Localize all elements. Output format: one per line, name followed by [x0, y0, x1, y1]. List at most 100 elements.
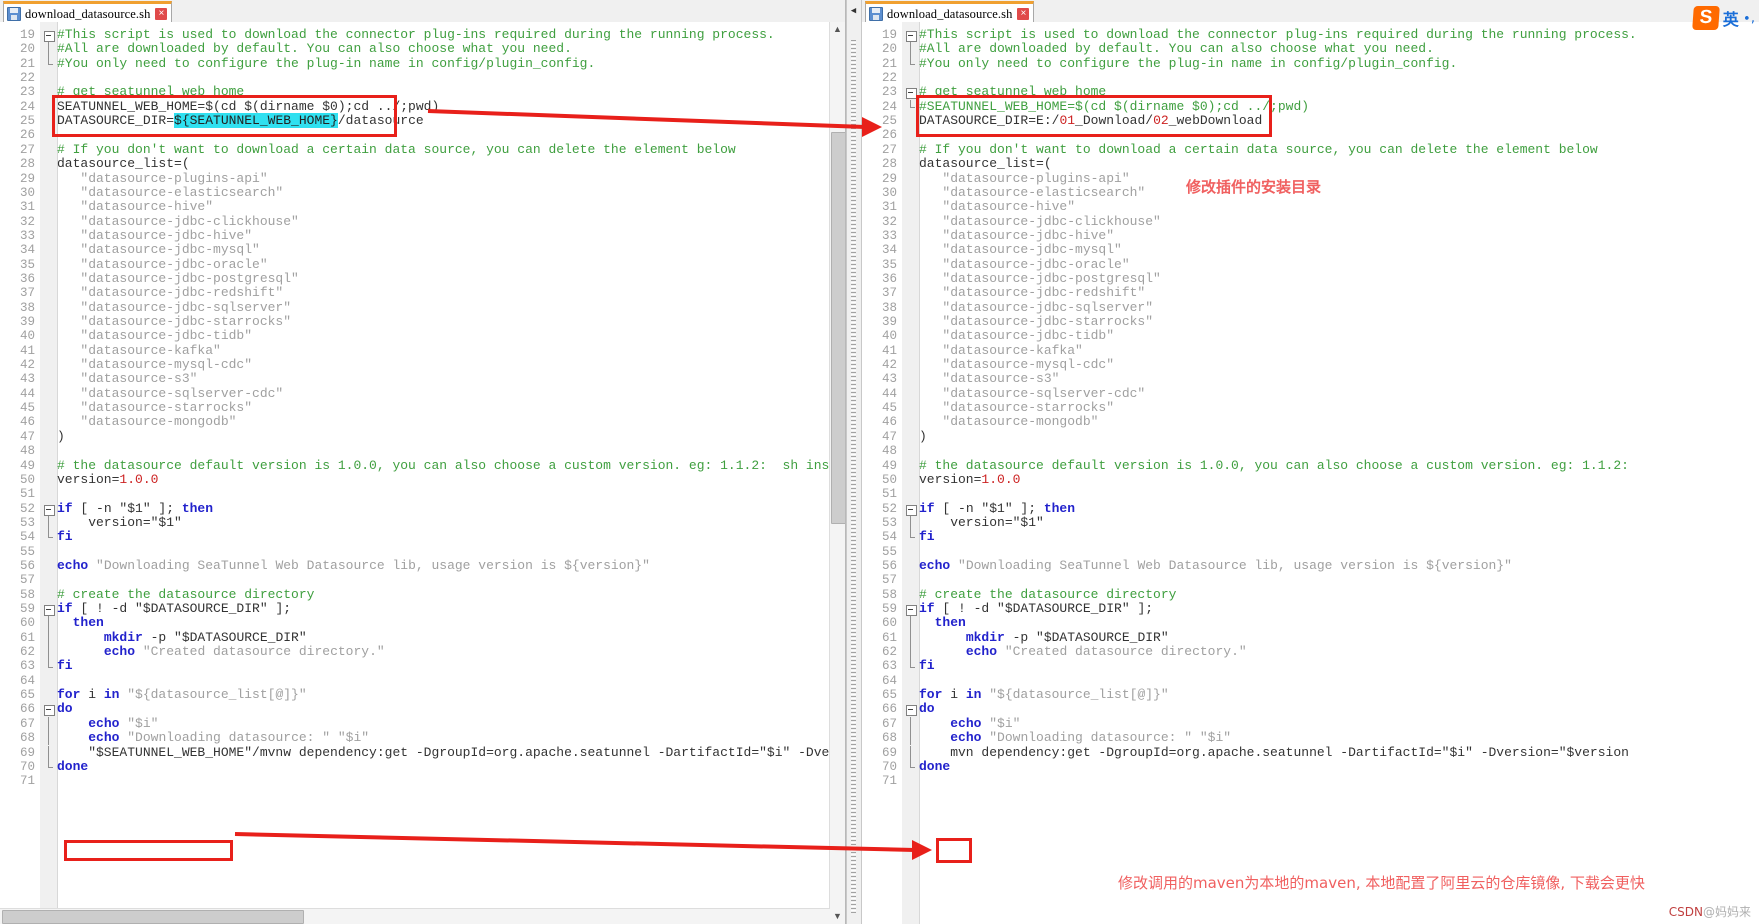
code-line[interactable]: "datasource-jdbc-tidb"	[919, 329, 1759, 343]
collapse-left-icon[interactable]: ◀	[848, 5, 859, 17]
code-line[interactable]: version="$1"	[57, 515, 845, 530]
ime-indicator[interactable]: S 英 ∙,	[1691, 6, 1755, 30]
code-line[interactable]: #You only need to configure the plug-in …	[57, 56, 845, 71]
code-line[interactable]	[919, 674, 1759, 688]
code-line[interactable]: "datasource-jdbc-clickhouse"	[57, 214, 845, 229]
left-vscroll-thumb[interactable]	[831, 132, 845, 524]
code-line[interactable]: )	[57, 429, 845, 444]
code-line[interactable]	[57, 128, 845, 142]
code-line[interactable]: echo "$i"	[919, 716, 1759, 731]
code-line[interactable]: #SEATUNNEL_WEB_HOME=$(cd $(dirname $0);c…	[919, 99, 1759, 114]
code-line[interactable]: then	[57, 616, 845, 630]
code-line[interactable]: version="$1"	[919, 515, 1759, 530]
code-line[interactable]: "$SEATUNNEL_WEB_HOME"/mvnw dependency:ge…	[57, 745, 845, 760]
code-line[interactable]: # If you don't want to download a certai…	[57, 142, 845, 157]
code-line[interactable]: # get seatunnel web home	[919, 85, 1759, 99]
code-line[interactable]: echo "Downloading SeaTunnel Web Datasour…	[57, 558, 845, 573]
code-line[interactable]: DATASOURCE_DIR=E:/01_Download/02_webDown…	[919, 113, 1759, 128]
code-line[interactable]: #This script is used to download the con…	[57, 27, 845, 42]
close-icon[interactable]: ×	[155, 8, 168, 20]
code-line[interactable]: "datasource-plugins-api"	[57, 171, 845, 186]
code-line[interactable]: # If you don't want to download a certai…	[919, 142, 1759, 157]
code-line[interactable]: # get seatunnel web home	[57, 85, 845, 99]
code-line[interactable]: )	[919, 429, 1759, 444]
code-line[interactable]: echo "Downloading SeaTunnel Web Datasour…	[919, 558, 1759, 573]
code-line[interactable]: datasource_list=(	[919, 156, 1759, 171]
fold-toggle-icon[interactable]	[44, 605, 55, 616]
code-line[interactable]: "datasource-jdbc-mysql"	[919, 243, 1759, 257]
code-line[interactable]	[919, 128, 1759, 142]
code-line[interactable]: version=1.0.0	[919, 472, 1759, 487]
code-line[interactable]: mkdir -p "$DATASOURCE_DIR"	[919, 630, 1759, 645]
code-line[interactable]: #You only need to configure the plug-in …	[919, 56, 1759, 71]
code-line[interactable]: "datasource-jdbc-oracle"	[57, 257, 845, 272]
left-vertical-scrollbar[interactable]: ▲ ▼	[829, 22, 845, 924]
fold-toggle-icon[interactable]	[906, 88, 917, 100]
code-line[interactable]: "datasource-kafka"	[919, 343, 1759, 358]
code-line[interactable]: fi	[57, 659, 845, 673]
left-horizontal-scrollbar[interactable]	[0, 908, 830, 924]
code-line[interactable]: "datasource-mysql-cdc"	[57, 357, 845, 372]
left-fold-gutter[interactable]	[40, 22, 58, 924]
code-line[interactable]: "datasource-jdbc-starrocks"	[57, 314, 845, 329]
code-line[interactable]: "datasource-mongodb"	[57, 415, 845, 429]
left-tab-download-datasource[interactable]: download_datasource.sh ×	[3, 1, 173, 24]
code-line[interactable]: if [ ! -d "$DATASOURCE_DIR" ];	[919, 601, 1759, 616]
left-hscroll-thumb[interactable]	[2, 910, 304, 924]
code-line[interactable]: "datasource-jdbc-clickhouse"	[919, 214, 1759, 229]
code-line[interactable]: "datasource-jdbc-postgresql"	[57, 271, 845, 286]
code-line[interactable]: "datasource-mysql-cdc"	[919, 357, 1759, 372]
code-line[interactable]	[919, 573, 1759, 587]
code-line[interactable]	[919, 545, 1759, 559]
ime-punctuation-icon[interactable]: ∙,	[1743, 11, 1755, 26]
code-line[interactable]: # create the datasource directory	[919, 587, 1759, 602]
code-line[interactable]: #This script is used to download the con…	[919, 27, 1759, 42]
scroll-down-icon[interactable]: ▼	[830, 909, 845, 924]
code-line[interactable]: SEATUNNEL_WEB_HOME=$(cd $(dirname $0);cd…	[57, 99, 845, 114]
code-line[interactable]: # create the datasource directory	[57, 587, 845, 602]
fold-toggle-icon[interactable]	[44, 504, 55, 516]
code-line[interactable]: "datasource-jdbc-hive"	[919, 228, 1759, 243]
code-line[interactable]	[919, 71, 1759, 85]
left-editor-body[interactable]: 19 20 21 22 23 24 25 26 27 28 29 30 31 32 33 34 35 36 37 38…	[0, 22, 845, 924]
code-line[interactable]: done	[919, 759, 1759, 774]
sogou-icon[interactable]: S	[1691, 6, 1720, 30]
code-line[interactable]	[57, 674, 845, 688]
code-line[interactable]: "datasource-starrocks"	[919, 400, 1759, 415]
code-line[interactable]	[57, 487, 845, 501]
code-line[interactable]: "datasource-kafka"	[57, 343, 845, 358]
fold-toggle-icon[interactable]	[44, 705, 55, 717]
code-line[interactable]: then	[919, 616, 1759, 630]
fold-toggle-icon[interactable]	[906, 31, 917, 42]
code-line[interactable]: for i in "${datasource_list[@]}"	[919, 687, 1759, 702]
code-line[interactable]: do	[919, 702, 1759, 716]
code-line[interactable]: "datasource-jdbc-starrocks"	[919, 314, 1759, 329]
fold-toggle-icon[interactable]	[906, 705, 917, 717]
code-line[interactable]: fi	[57, 530, 845, 544]
code-line[interactable]: "datasource-hive"	[57, 200, 845, 214]
code-line[interactable]: if [ ! -d "$DATASOURCE_DIR" ];	[57, 601, 845, 616]
close-icon[interactable]: ×	[1017, 8, 1030, 20]
code-line[interactable]: "datasource-starrocks"	[57, 400, 845, 415]
code-line[interactable]: if [ -n "$1" ]; then	[919, 501, 1759, 516]
scroll-up-icon[interactable]: ▲	[830, 22, 845, 37]
code-line[interactable]: echo "$i"	[57, 716, 845, 731]
code-line[interactable]	[57, 444, 845, 458]
code-line[interactable]: "datasource-jdbc-redshift"	[919, 286, 1759, 300]
code-line[interactable]: echo "Downloading datasource: " "$i"	[919, 730, 1759, 745]
code-line[interactable]: #All are downloaded by default. You can …	[57, 42, 845, 56]
code-line[interactable]: echo "Created datasource directory."	[57, 644, 845, 659]
code-line[interactable]: datasource_list=(	[57, 156, 845, 171]
code-line[interactable]: for i in "${datasource_list[@]}"	[57, 687, 845, 702]
right-tab-download-datasource[interactable]: download_datasource.sh ×	[865, 1, 1035, 24]
fold-toggle-icon[interactable]	[906, 504, 917, 516]
code-line[interactable]: "datasource-jdbc-tidb"	[57, 329, 845, 343]
code-line[interactable]	[919, 444, 1759, 458]
code-line[interactable]: "datasource-sqlserver-cdc"	[57, 386, 845, 401]
right-code-area[interactable]: #This script is used to download the con…	[919, 22, 1759, 924]
code-line[interactable]: fi	[919, 659, 1759, 673]
code-line[interactable]: "datasource-jdbc-oracle"	[919, 257, 1759, 272]
code-line[interactable]: fi	[919, 530, 1759, 544]
code-line[interactable]: do	[57, 702, 845, 716]
code-line[interactable]: "datasource-jdbc-sqlserver"	[57, 300, 845, 315]
